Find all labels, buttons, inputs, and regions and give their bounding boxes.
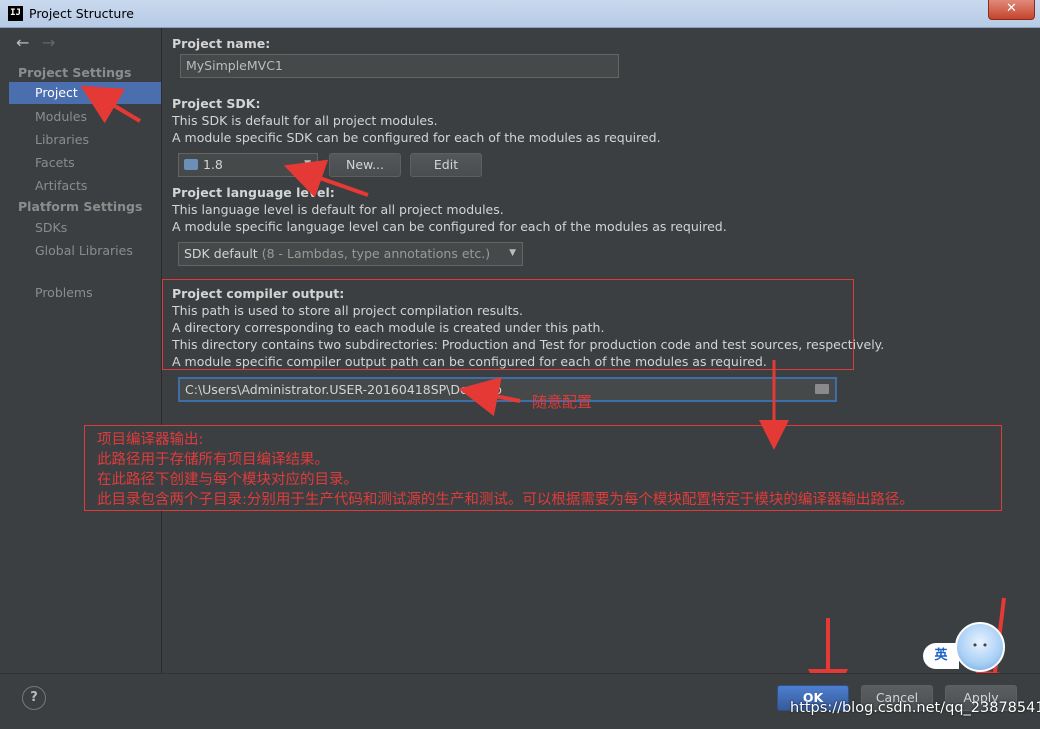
project-settings-header: Project Settings — [18, 65, 132, 80]
main-panel: Project name: MySimpleMVC1 Project SDK: … — [162, 28, 1040, 673]
sidebar-item-libraries[interactable]: Libraries — [35, 132, 89, 147]
compiler-output-description-2: A directory corresponding to each module… — [172, 320, 605, 335]
intellij-icon: IJ — [8, 6, 23, 21]
language-level-label: Project language level: — [172, 185, 335, 200]
arrow-right-icon[interactable]: → — [42, 33, 55, 52]
annotation-line-1: 项目编译器输出: — [97, 432, 204, 448]
platform-settings-header: Platform Settings — [18, 199, 143, 214]
annotation-arbitrary-config: 随意配置 — [532, 393, 593, 411]
ime-mascot-icon[interactable]: • • — [955, 622, 1005, 672]
sidebar-item-sdks[interactable]: SDKs — [35, 220, 67, 235]
sidebar-item-project[interactable]: Project — [9, 82, 161, 104]
folder-icon — [184, 159, 198, 170]
window-title: Project Structure — [29, 6, 134, 21]
language-level-description-1: This language level is default for all p… — [172, 202, 504, 217]
project-name-field[interactable]: MySimpleMVC1 — [180, 54, 619, 78]
title-bar: IJ Project Structure ✕ — [0, 0, 1040, 28]
help-button[interactable]: ? — [22, 686, 46, 710]
compiler-output-description-1: This path is used to store all project c… — [172, 303, 523, 318]
sidebar: ← → Project Settings Project Modules Lib… — [6, 28, 162, 673]
language-level-description-2: A module specific language level can be … — [172, 219, 727, 234]
sdk-edit-button[interactable]: Edit — [410, 153, 482, 177]
sidebar-item-artifacts[interactable]: Artifacts — [35, 178, 87, 193]
language-level-value: SDK default — [184, 246, 258, 261]
annotation-line-3: 在此路径下创建与每个模块对应的目录。 — [97, 472, 358, 488]
sdk-description-1: This SDK is default for all project modu… — [172, 113, 438, 128]
annotation-line-4: 此目录包含两个子目录:分别用于生产代码和测试源的生产和测试。可以根据需要为每个模… — [97, 492, 914, 508]
sidebar-item-global-libraries[interactable]: Global Libraries — [35, 243, 133, 258]
close-window-button[interactable]: ✕ — [988, 0, 1035, 20]
sidebar-item-problems[interactable]: Problems — [35, 285, 93, 300]
sdk-value: 1.8 — [203, 157, 223, 172]
project-name-label: Project name: — [172, 36, 271, 51]
ime-language-indicator[interactable]: 英 — [923, 643, 959, 669]
watermark-text: https://blog.csdn.net/qq_23878541 — [790, 700, 1040, 716]
compiler-output-description-3: This directory contains two subdirectori… — [172, 337, 885, 352]
chevron-down-icon: ▼ — [304, 159, 311, 169]
project-sdk-label: Project SDK: — [172, 96, 261, 111]
sidebar-item-facets[interactable]: Facets — [35, 155, 75, 170]
compiler-output-description-4: A module specific compiler output path c… — [172, 354, 767, 369]
compiler-output-label: Project compiler output: — [172, 286, 345, 301]
sdk-new-button[interactable]: New... — [329, 153, 401, 177]
language-level-dropdown[interactable]: SDK default (8 - Lambdas, type annotatio… — [178, 242, 523, 266]
browse-folder-icon[interactable] — [815, 384, 829, 394]
sdk-dropdown[interactable]: 1.8 ▼ — [178, 153, 318, 177]
compiler-output-path-value: C:\Users\Administrator.USER-20160418SP\D… — [185, 382, 502, 397]
language-level-detail: (8 - Lambdas, type annotations etc.) — [261, 246, 491, 261]
mascot-face-icon: • • — [971, 639, 989, 652]
arrow-left-icon[interactable]: ← — [16, 33, 29, 52]
annotation-line-2: 此路径用于存储所有项目编译结果。 — [97, 452, 329, 468]
sdk-description-2: A module specific SDK can be configured … — [172, 130, 661, 145]
chevron-down-icon: ▼ — [509, 248, 516, 258]
compiler-output-path-input[interactable]: C:\Users\Administrator.USER-20160418SP\D… — [178, 377, 837, 402]
sidebar-item-modules[interactable]: Modules — [35, 109, 87, 124]
